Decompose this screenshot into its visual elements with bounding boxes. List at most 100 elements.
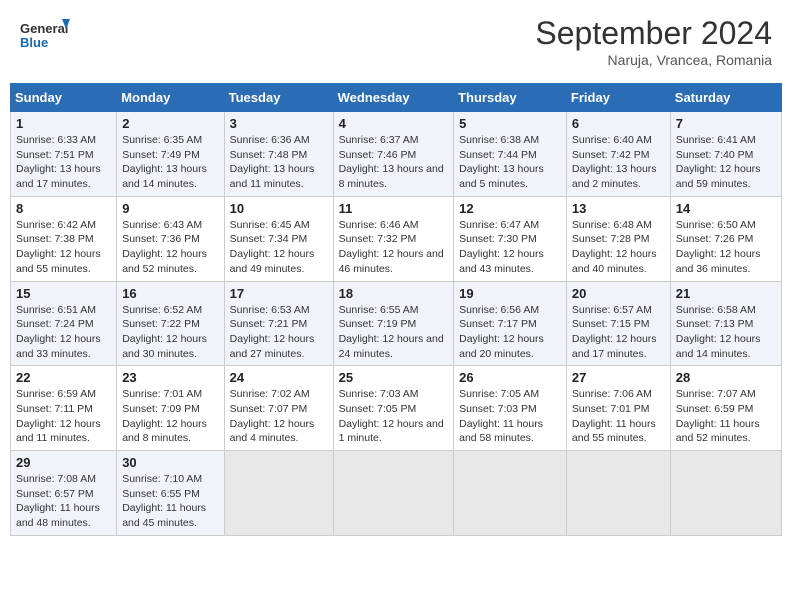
- calendar-table: SundayMondayTuesdayWednesdayThursdayFrid…: [10, 83, 782, 536]
- day-number: 11: [339, 201, 449, 216]
- col-header-friday: Friday: [566, 84, 670, 112]
- day-info: Sunrise: 6:47 AMSunset: 7:30 PMDaylight:…: [459, 219, 544, 275]
- calendar-cell: 7 Sunrise: 6:41 AMSunset: 7:40 PMDayligh…: [670, 112, 781, 197]
- location-subtitle: Naruja, Vrancea, Romania: [535, 52, 772, 68]
- day-number: 26: [459, 370, 561, 385]
- day-info: Sunrise: 6:56 AMSunset: 7:17 PMDaylight:…: [459, 304, 544, 360]
- day-number: 17: [230, 286, 328, 301]
- day-info: Sunrise: 6:59 AMSunset: 7:11 PMDaylight:…: [16, 388, 101, 444]
- day-number: 6: [572, 116, 665, 131]
- day-info: Sunrise: 6:52 AMSunset: 7:22 PMDaylight:…: [122, 304, 207, 360]
- day-number: 7: [676, 116, 776, 131]
- day-number: 2: [122, 116, 218, 131]
- col-header-thursday: Thursday: [454, 84, 567, 112]
- calendar-cell: 9 Sunrise: 6:43 AMSunset: 7:36 PMDayligh…: [117, 196, 224, 281]
- day-number: 30: [122, 455, 218, 470]
- calendar-cell: 19 Sunrise: 6:56 AMSunset: 7:17 PMDaylig…: [454, 281, 567, 366]
- week-row-4: 22 Sunrise: 6:59 AMSunset: 7:11 PMDaylig…: [11, 366, 782, 451]
- day-number: 14: [676, 201, 776, 216]
- day-number: 12: [459, 201, 561, 216]
- day-info: Sunrise: 6:33 AMSunset: 7:51 PMDaylight:…: [16, 134, 101, 190]
- calendar-cell: 30 Sunrise: 7:10 AMSunset: 6:55 PMDaylig…: [117, 451, 224, 536]
- page-header: General Blue September 2024 Naruja, Vran…: [10, 10, 782, 73]
- day-number: 13: [572, 201, 665, 216]
- week-row-5: 29 Sunrise: 7:08 AMSunset: 6:57 PMDaylig…: [11, 451, 782, 536]
- day-info: Sunrise: 6:38 AMSunset: 7:44 PMDaylight:…: [459, 134, 544, 190]
- day-number: 15: [16, 286, 111, 301]
- day-number: 18: [339, 286, 449, 301]
- day-info: Sunrise: 6:51 AMSunset: 7:24 PMDaylight:…: [16, 304, 101, 360]
- calendar-cell: [333, 451, 454, 536]
- logo-svg: General Blue: [20, 15, 70, 59]
- day-number: 1: [16, 116, 111, 131]
- calendar-cell: 14 Sunrise: 6:50 AMSunset: 7:26 PMDaylig…: [670, 196, 781, 281]
- calendar-cell: 28 Sunrise: 7:07 AMSunset: 6:59 PMDaylig…: [670, 366, 781, 451]
- day-info: Sunrise: 7:01 AMSunset: 7:09 PMDaylight:…: [122, 388, 207, 444]
- day-number: 5: [459, 116, 561, 131]
- col-header-monday: Monday: [117, 84, 224, 112]
- calendar-cell: 29 Sunrise: 7:08 AMSunset: 6:57 PMDaylig…: [11, 451, 117, 536]
- day-info: Sunrise: 6:43 AMSunset: 7:36 PMDaylight:…: [122, 219, 207, 275]
- col-header-sunday: Sunday: [11, 84, 117, 112]
- day-number: 21: [676, 286, 776, 301]
- day-info: Sunrise: 6:58 AMSunset: 7:13 PMDaylight:…: [676, 304, 761, 360]
- day-number: 10: [230, 201, 328, 216]
- calendar-cell: 13 Sunrise: 6:48 AMSunset: 7:28 PMDaylig…: [566, 196, 670, 281]
- day-number: 9: [122, 201, 218, 216]
- week-row-3: 15 Sunrise: 6:51 AMSunset: 7:24 PMDaylig…: [11, 281, 782, 366]
- day-info: Sunrise: 6:57 AMSunset: 7:15 PMDaylight:…: [572, 304, 657, 360]
- svg-text:General: General: [20, 21, 68, 36]
- day-number: 20: [572, 286, 665, 301]
- calendar-cell: 2 Sunrise: 6:35 AMSunset: 7:49 PMDayligh…: [117, 112, 224, 197]
- calendar-cell: 17 Sunrise: 6:53 AMSunset: 7:21 PMDaylig…: [224, 281, 333, 366]
- col-header-wednesday: Wednesday: [333, 84, 454, 112]
- title-block: September 2024 Naruja, Vrancea, Romania: [535, 15, 772, 68]
- day-number: 16: [122, 286, 218, 301]
- calendar-cell: 8 Sunrise: 6:42 AMSunset: 7:38 PMDayligh…: [11, 196, 117, 281]
- day-info: Sunrise: 6:42 AMSunset: 7:38 PMDaylight:…: [16, 219, 101, 275]
- day-number: 27: [572, 370, 665, 385]
- calendar-cell: 5 Sunrise: 6:38 AMSunset: 7:44 PMDayligh…: [454, 112, 567, 197]
- logo: General Blue: [20, 15, 70, 59]
- day-info: Sunrise: 7:08 AMSunset: 6:57 PMDaylight:…: [16, 473, 100, 529]
- day-info: Sunrise: 6:41 AMSunset: 7:40 PMDaylight:…: [676, 134, 761, 190]
- calendar-cell: 24 Sunrise: 7:02 AMSunset: 7:07 PMDaylig…: [224, 366, 333, 451]
- calendar-cell: 21 Sunrise: 6:58 AMSunset: 7:13 PMDaylig…: [670, 281, 781, 366]
- day-info: Sunrise: 6:36 AMSunset: 7:48 PMDaylight:…: [230, 134, 315, 190]
- calendar-header-row: SundayMondayTuesdayWednesdayThursdayFrid…: [11, 84, 782, 112]
- calendar-cell: 3 Sunrise: 6:36 AMSunset: 7:48 PMDayligh…: [224, 112, 333, 197]
- calendar-cell: 27 Sunrise: 7:06 AMSunset: 7:01 PMDaylig…: [566, 366, 670, 451]
- day-info: Sunrise: 6:53 AMSunset: 7:21 PMDaylight:…: [230, 304, 315, 360]
- calendar-cell: 20 Sunrise: 6:57 AMSunset: 7:15 PMDaylig…: [566, 281, 670, 366]
- day-info: Sunrise: 6:45 AMSunset: 7:34 PMDaylight:…: [230, 219, 315, 275]
- calendar-cell: 10 Sunrise: 6:45 AMSunset: 7:34 PMDaylig…: [224, 196, 333, 281]
- col-header-tuesday: Tuesday: [224, 84, 333, 112]
- day-info: Sunrise: 7:06 AMSunset: 7:01 PMDaylight:…: [572, 388, 656, 444]
- day-number: 25: [339, 370, 449, 385]
- calendar-cell: 6 Sunrise: 6:40 AMSunset: 7:42 PMDayligh…: [566, 112, 670, 197]
- day-info: Sunrise: 7:05 AMSunset: 7:03 PMDaylight:…: [459, 388, 543, 444]
- day-number: 24: [230, 370, 328, 385]
- day-number: 3: [230, 116, 328, 131]
- day-info: Sunrise: 7:07 AMSunset: 6:59 PMDaylight:…: [676, 388, 760, 444]
- calendar-cell: 23 Sunrise: 7:01 AMSunset: 7:09 PMDaylig…: [117, 366, 224, 451]
- day-info: Sunrise: 7:03 AMSunset: 7:05 PMDaylight:…: [339, 388, 444, 444]
- calendar-cell: [454, 451, 567, 536]
- day-info: Sunrise: 6:40 AMSunset: 7:42 PMDaylight:…: [572, 134, 657, 190]
- calendar-cell: [224, 451, 333, 536]
- day-number: 23: [122, 370, 218, 385]
- calendar-cell: 18 Sunrise: 6:55 AMSunset: 7:19 PMDaylig…: [333, 281, 454, 366]
- calendar-cell: 4 Sunrise: 6:37 AMSunset: 7:46 PMDayligh…: [333, 112, 454, 197]
- calendar-cell: [670, 451, 781, 536]
- day-info: Sunrise: 6:37 AMSunset: 7:46 PMDaylight:…: [339, 134, 444, 190]
- calendar-cell: [566, 451, 670, 536]
- calendar-cell: 1 Sunrise: 6:33 AMSunset: 7:51 PMDayligh…: [11, 112, 117, 197]
- day-info: Sunrise: 7:10 AMSunset: 6:55 PMDaylight:…: [122, 473, 206, 529]
- day-info: Sunrise: 6:46 AMSunset: 7:32 PMDaylight:…: [339, 219, 444, 275]
- calendar-cell: 26 Sunrise: 7:05 AMSunset: 7:03 PMDaylig…: [454, 366, 567, 451]
- svg-text:Blue: Blue: [20, 35, 48, 50]
- day-info: Sunrise: 6:55 AMSunset: 7:19 PMDaylight:…: [339, 304, 444, 360]
- day-info: Sunrise: 6:35 AMSunset: 7:49 PMDaylight:…: [122, 134, 207, 190]
- calendar-cell: 16 Sunrise: 6:52 AMSunset: 7:22 PMDaylig…: [117, 281, 224, 366]
- calendar-cell: 11 Sunrise: 6:46 AMSunset: 7:32 PMDaylig…: [333, 196, 454, 281]
